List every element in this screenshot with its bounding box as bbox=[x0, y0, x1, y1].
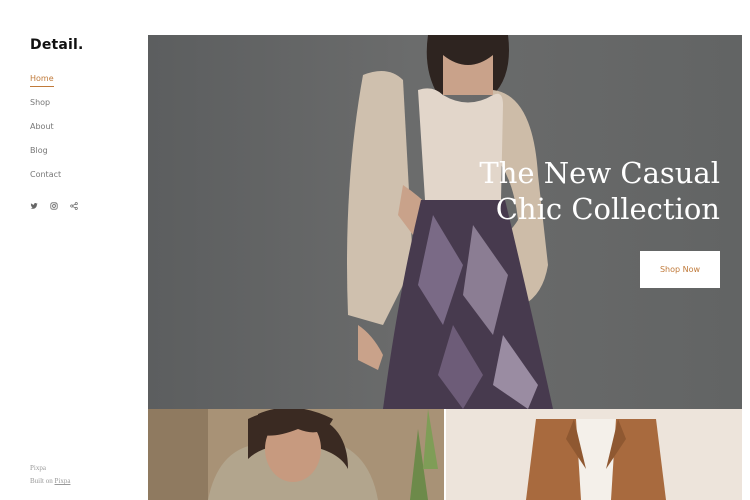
site-logo[interactable]: Detail. bbox=[30, 37, 84, 53]
shop-now-button[interactable]: Shop Now bbox=[640, 251, 720, 288]
nav-item-contact[interactable]: Contact bbox=[30, 170, 61, 194]
sidebar: Detail. Home Shop About Blog Contact Pix… bbox=[0, 0, 148, 500]
hero-title: The New Casual Chic Collection bbox=[479, 155, 720, 227]
social-links bbox=[30, 197, 78, 210]
footer-built-on: Built on Pixpa bbox=[30, 475, 70, 488]
hero-banner: The New Casual Chic Collection Shop Now bbox=[148, 35, 742, 409]
nav-item-shop[interactable]: Shop bbox=[30, 98, 61, 122]
pixpa-link[interactable]: Pixpa bbox=[55, 477, 71, 485]
footer-brand: Pixpa bbox=[30, 464, 46, 472]
nav-item-blog[interactable]: Blog bbox=[30, 146, 61, 170]
twitter-icon[interactable] bbox=[30, 197, 38, 209]
share-icon[interactable] bbox=[70, 197, 78, 210]
sidebar-footer: Pixpa Built on Pixpa bbox=[30, 462, 70, 488]
tile-left-image bbox=[148, 409, 444, 500]
collection-tile-left[interactable] bbox=[148, 409, 444, 500]
footer-built-prefix: Built on bbox=[30, 477, 55, 485]
hero-title-line1: The New Casual bbox=[479, 156, 720, 190]
instagram-icon[interactable] bbox=[50, 197, 58, 210]
main-nav: Home Shop About Blog Contact bbox=[30, 74, 61, 194]
tile-right-image bbox=[446, 409, 742, 500]
hero-title-line2: Chic Collection bbox=[495, 192, 720, 226]
collection-tile-right[interactable] bbox=[446, 409, 742, 500]
nav-item-home[interactable]: Home bbox=[30, 74, 61, 98]
nav-item-about[interactable]: About bbox=[30, 122, 61, 146]
